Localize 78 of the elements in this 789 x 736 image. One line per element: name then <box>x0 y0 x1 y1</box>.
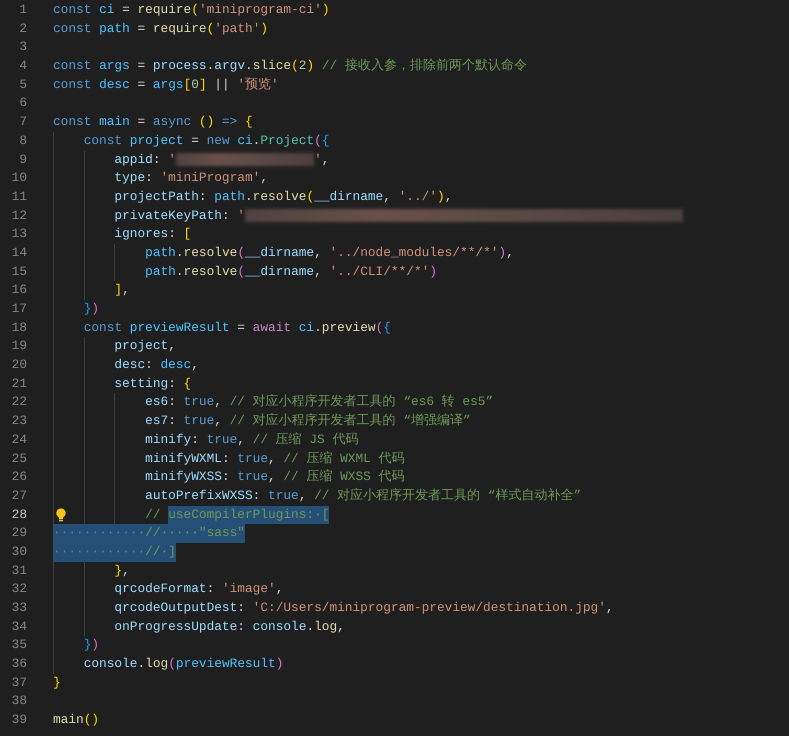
selected-code: useCompilerPlugins:·[ <box>168 506 330 524</box>
code-line: const desc = args[0] || '预览' <box>53 76 279 94</box>
code-line: type: 'miniProgram', <box>114 169 268 188</box>
line-number: 16 <box>10 281 27 300</box>
line-number: 17 <box>10 300 27 318</box>
line-number: 8 <box>18 132 27 150</box>
line-number: 23 <box>10 412 27 430</box>
code-line: main() <box>53 711 100 730</box>
code-line: }, <box>114 562 130 580</box>
line-number: 9 <box>18 150 27 168</box>
code-line: es7: true, // 对应小程序开发者工具的 “增强编译” <box>145 412 471 430</box>
line-number: 22 <box>10 393 27 412</box>
code-line: minifyWXSS: true, // 压缩 WXSS 代码 <box>145 468 404 486</box>
line-number: 27 <box>10 486 27 505</box>
line-number: 25 <box>10 450 27 468</box>
code-line: const args = process.argv.slice(2) // 接收入参，排除前两个默认命令 <box>53 57 527 76</box>
code-line: const ci = require('miniprogram-ci') <box>53 1 330 19</box>
code-line: projectPath: path.resolve(__dirname, '../'), <box>114 188 452 206</box>
code-line: minify: true, // 压缩 JS 代码 <box>145 430 358 449</box>
code-line: const project = new ci.Project({ <box>84 132 330 150</box>
line-number: 14 <box>10 244 27 262</box>
code-line: setting: { <box>114 374 192 393</box>
code-line: ', <box>314 150 330 168</box>
code-line: const main = async () => { <box>53 113 253 132</box>
code-line: project, <box>114 337 176 356</box>
code-line: appid: ' <box>114 150 176 168</box>
line-number: 10 <box>10 169 27 188</box>
line-number: 37 <box>10 674 27 692</box>
line-number: 32 <box>10 580 27 598</box>
line-number: 1 <box>18 1 27 19</box>
line-number: 4 <box>18 57 27 76</box>
line-number: 33 <box>10 599 27 617</box>
line-number: 13 <box>10 225 27 244</box>
code-line: path.resolve(__dirname, '../node_modules/**/*'), <box>145 244 514 262</box>
code-line: onProgressUpdate: console.log, <box>114 618 345 636</box>
lightbulb-icon[interactable] <box>55 508 67 522</box>
line-number: 39 <box>10 711 27 730</box>
line-number: 7 <box>18 113 27 132</box>
code-line: minifyWXML: true, // 压缩 WXML 代码 <box>145 450 404 468</box>
line-number: 19 <box>10 337 27 356</box>
code-line: path.resolve(__dirname, '../CLI/**/*') <box>145 262 438 281</box>
line-number: 34 <box>10 618 27 636</box>
code-line: // <box>145 506 162 524</box>
line-number: 15 <box>10 262 27 281</box>
line-number: 26 <box>10 468 27 486</box>
code-line: privateKeyPath: ' <box>114 206 245 225</box>
line-number: 21 <box>10 374 27 393</box>
code-line: const path = require('path') <box>53 20 268 38</box>
selected-code: ············//·····"sass" <box>53 524 245 543</box>
code-line: es6: true, // 对应小程序开发者工具的 “es6 转 es5” <box>145 393 494 412</box>
line-number: 3 <box>18 38 27 56</box>
code-line: }) <box>84 300 100 318</box>
code-line: } <box>53 674 61 692</box>
selected-code: ············//·] <box>53 542 176 562</box>
code-line: }) <box>84 636 100 654</box>
line-number: 20 <box>10 356 27 374</box>
line-number: 18 <box>10 318 27 337</box>
line-number: 6 <box>18 94 27 112</box>
line-number: 31 <box>10 562 27 580</box>
code-line: ], <box>114 281 130 300</box>
line-number: 11 <box>10 188 27 206</box>
line-number: 30 <box>10 542 27 561</box>
code-line: qrcodeFormat: 'image', <box>114 580 284 598</box>
code-line: qrcodeOutputDest: 'C:/Users/miniprogram-preview/destination.jpg', <box>114 599 614 617</box>
code-line: desc: desc, <box>114 356 199 374</box>
code-line: ignores: [ <box>114 225 192 244</box>
line-number: 29 <box>10 524 27 542</box>
line-number: 35 <box>10 636 27 654</box>
code-line: autoPrefixWXSS: true, // 对应小程序开发者工具的 “样式自动补全” <box>145 486 582 505</box>
line-number: 5 <box>18 76 27 94</box>
line-number: 24 <box>10 430 27 449</box>
line-number: 38 <box>10 692 27 710</box>
line-number: 12 <box>10 206 27 225</box>
line-number: 36 <box>10 655 27 674</box>
line-number: 2 <box>18 20 27 38</box>
code-line: console.log(previewResult) <box>84 655 284 674</box>
line-number: 28 <box>10 506 27 524</box>
code-line: const previewResult = await ci.preview({ <box>84 318 391 337</box>
